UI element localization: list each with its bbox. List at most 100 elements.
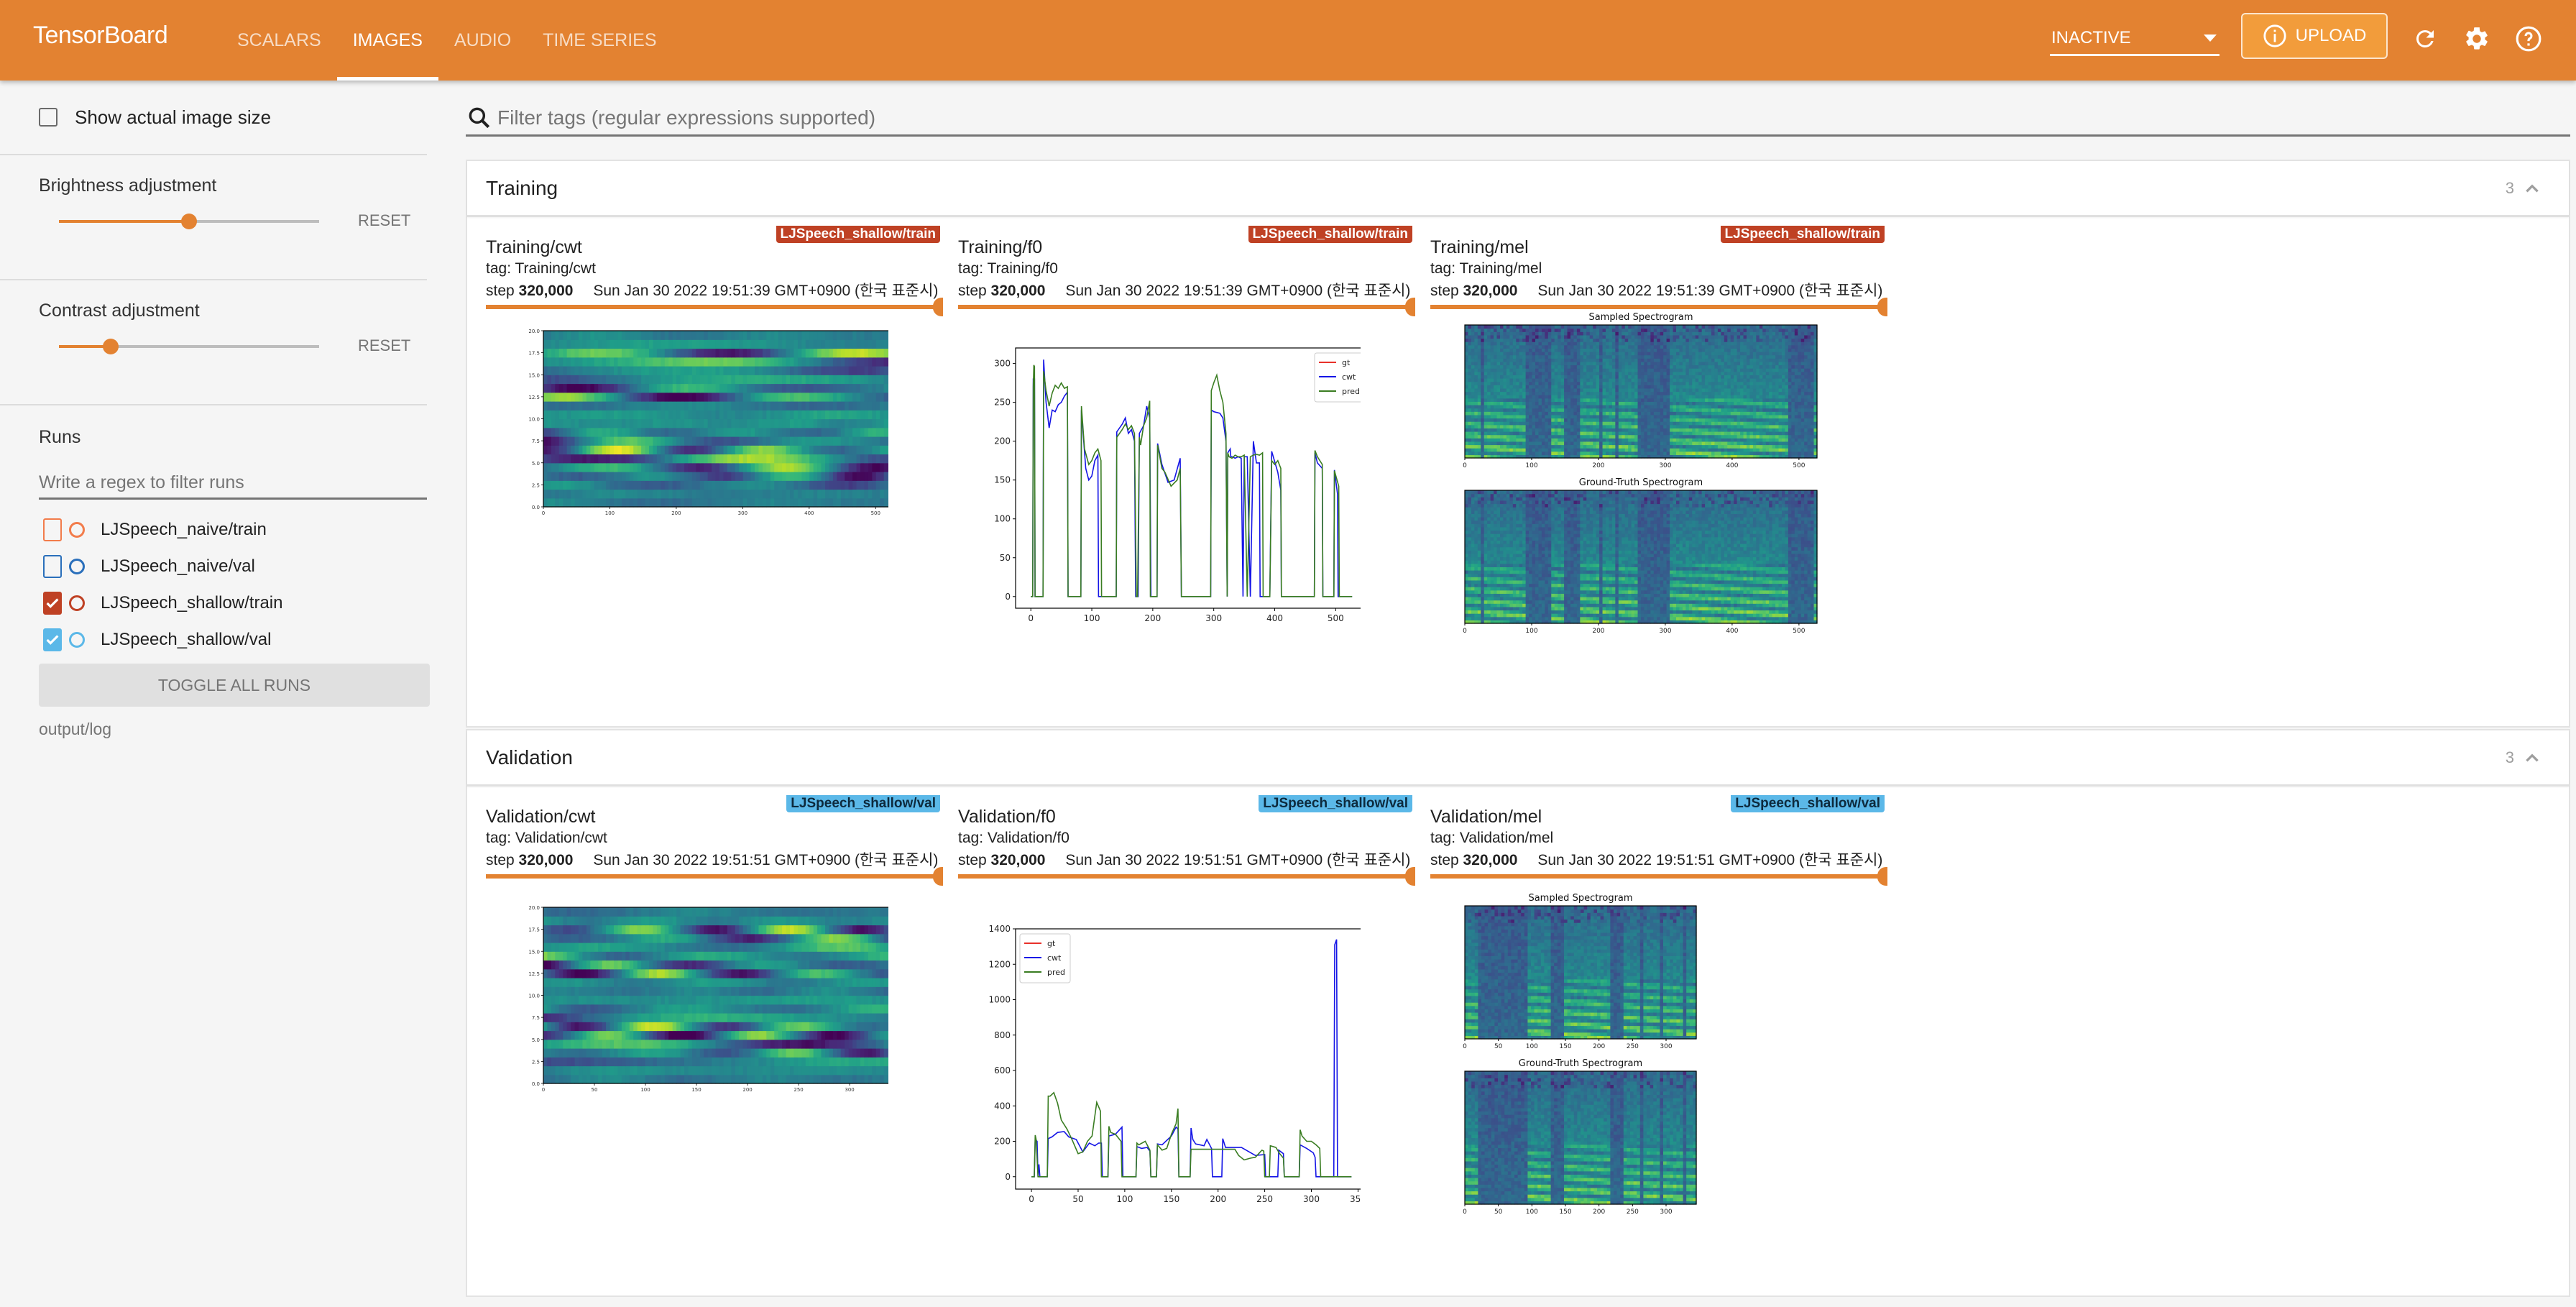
heatmap-cell [864,383,869,393]
heatmap-cell [586,383,591,393]
spectrogram-cell [1596,368,1600,372]
spectrogram-cell [1657,325,1661,329]
spectrogram-cell [1538,424,1542,428]
spectrogram-cell [1509,385,1514,389]
run-color-picker-icon[interactable] [69,631,85,648]
spectrogram-cell [1580,352,1584,356]
show-actual-size-checkbox[interactable] [39,108,58,127]
spectrogram-cell [1634,444,1639,449]
spectrogram-cell [1583,424,1587,428]
spectrogram-cell [1570,405,1575,409]
spectrogram-cell [1487,421,1491,426]
spectrogram-cell [1538,361,1542,366]
run-checkbox[interactable] [43,554,62,578]
heatmap-cell [880,366,885,375]
contrast-slider-handle[interactable] [103,339,119,354]
spectrogram-cell [1624,364,1629,369]
spectrogram-cell [1494,358,1498,362]
step-slider[interactable] [486,298,943,316]
spectrogram-cell [1496,341,1501,346]
spectrogram-cell [1685,405,1690,409]
spectrogram-cell [1535,358,1540,362]
spectrogram-cell [1593,334,1597,339]
run-item[interactable]: LJSpeech_naive/train [39,511,427,548]
heatmap-cell [621,445,626,455]
spectrogram-cell [1695,352,1699,356]
help-button[interactable] [2511,22,2546,56]
run-item[interactable]: LJSpeech_shallow/val [39,621,427,658]
tab-images[interactable]: IMAGES [336,0,439,81]
brightness-reset-button[interactable]: RESET [358,211,410,230]
brightness-slider[interactable] [59,214,319,229]
run-checkbox[interactable] [43,628,62,651]
spectrogram-cell [1522,451,1527,455]
spectrogram-cell [1583,341,1587,346]
step-slider-handle[interactable] [1877,298,1887,316]
group-header[interactable]: Training 3 [467,161,2569,217]
heatmap-cell [794,401,799,411]
spectrogram-cell [1644,328,1648,332]
spectrogram-cell [1657,441,1661,446]
run-color-picker-icon[interactable] [69,558,85,574]
run-color-picker-icon[interactable] [69,595,85,611]
heatmap-cell [598,436,603,446]
heatmap-cell [856,401,861,411]
spectrogram-cell [1628,368,1632,372]
spectrogram-cell [1701,428,1706,432]
heatmap-cell [805,331,810,340]
spectrogram-cell [1525,414,1530,419]
upload-button[interactable]: UPLOAD [2241,13,2388,59]
spectrogram-cell [1596,352,1600,356]
spectrogram-cell [1685,331,1690,336]
heatmap-cell [582,418,587,428]
inactive-plugins-dropdown[interactable]: INACTIVE [2050,22,2220,56]
run-checkbox[interactable] [43,518,62,541]
brightness-slider-handle[interactable] [181,214,197,229]
spectrogram-cell [1682,405,1686,409]
chevron-up-icon[interactable] [2523,179,2542,198]
spectrogram-cell [1695,408,1699,412]
heatmap-cell [676,418,681,428]
run-item[interactable]: LJSpeech_naive/val [39,548,427,584]
step-slider[interactable] [958,298,1415,316]
tab-scalars[interactable]: SCALARS [221,0,337,81]
heatmap-cell [704,383,709,393]
tab-time-series[interactable]: TIME SERIES [527,0,672,81]
spectrogram-cell [1624,421,1629,426]
spectrogram-cell [1624,338,1629,342]
run-checkbox[interactable] [43,591,62,615]
heatmap-cell [742,472,748,481]
spectrogram-cell [1641,387,1645,393]
step-slider-handle[interactable] [933,298,943,316]
spectrogram-cell [1644,381,1648,385]
spectrogram-cell [1676,334,1680,339]
spectrogram-cell [1503,387,1507,393]
spectrogram-cell [1701,371,1706,375]
reload-button[interactable] [2408,22,2442,56]
heatmap-cell [856,357,861,367]
contrast-slider[interactable] [59,339,319,354]
spectrogram-cell [1698,408,1703,412]
tag-filter-input[interactable]: Filter tags (regular expressions support… [466,101,2570,137]
spectrogram-cell [1618,391,1622,395]
run-color-picker-icon[interactable] [69,521,85,538]
step-slider-handle[interactable] [1405,298,1415,316]
settings-button[interactable] [2460,22,2494,56]
spectrogram-cell [1653,401,1657,405]
spectrogram-cell [1705,434,1709,439]
spectrogram-cell [1599,434,1604,439]
toggle-all-runs-button[interactable]: TOGGLE ALL RUNS [39,664,430,707]
spectrogram-cell [1609,344,1613,349]
run-item[interactable]: LJSpeech_shallow/train [39,584,427,621]
heatmap-cell [825,445,830,455]
runs-filter-input[interactable]: Write a regex to filter runs [39,468,427,500]
heatmap-cell [543,339,548,349]
spectrogram-cell [1516,371,1520,375]
heatmap-cell [555,366,560,375]
tab-audio[interactable]: AUDIO [438,0,527,81]
spectrogram-cell [1586,331,1591,336]
spectrogram-cell [1570,338,1575,342]
spectrogram-cell [1576,424,1581,428]
spectrogram-cell [1468,398,1472,402]
contrast-reset-button[interactable]: RESET [358,336,410,355]
